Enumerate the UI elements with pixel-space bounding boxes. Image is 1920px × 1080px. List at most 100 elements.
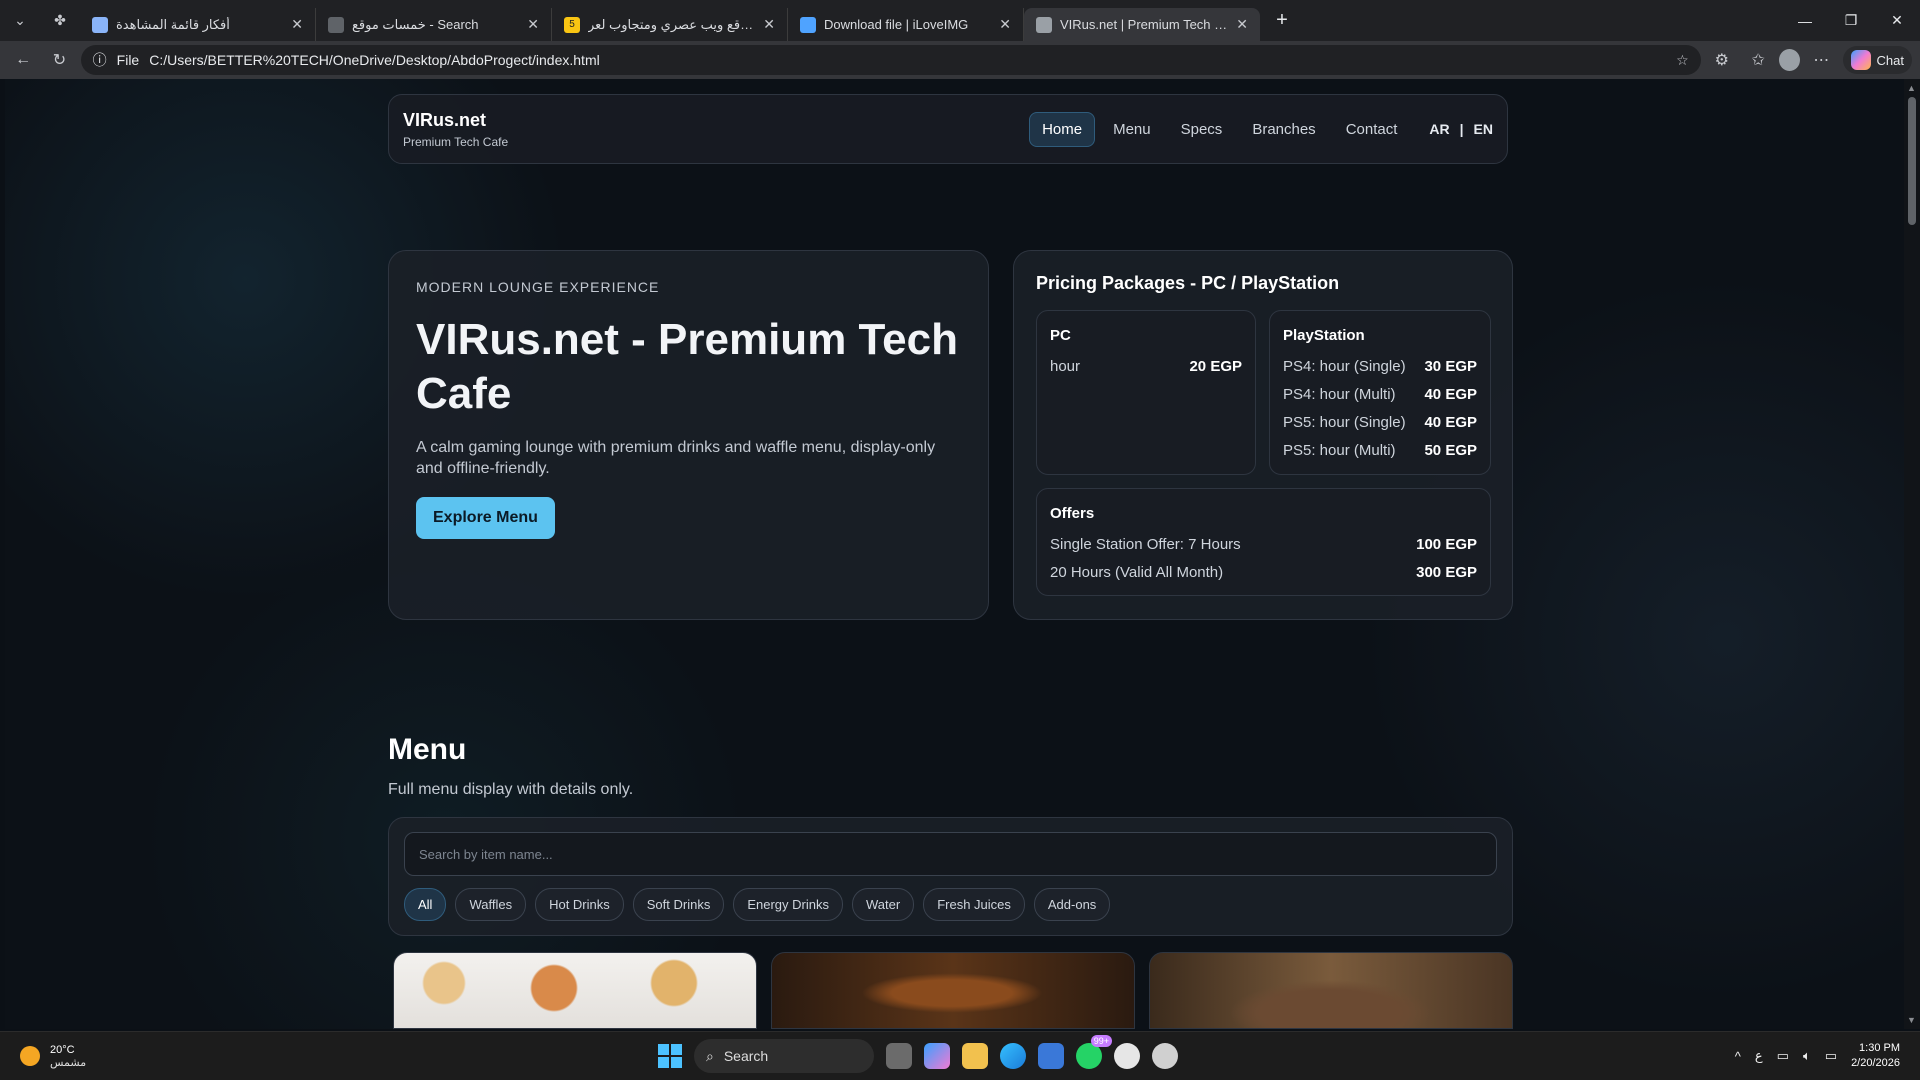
lang-en-link[interactable]: EN (1474, 121, 1493, 137)
clock[interactable]: 1:30 PM 2/20/2026 (1851, 1041, 1900, 1071)
offer-price-row: Single Station Offer: 7 Hours 100 EGP (1050, 530, 1477, 558)
url-text[interactable]: C:/Users/BETTER%20TECH/OneDrive/Desktop/… (149, 52, 1666, 68)
menu-item-card-waffles-image[interactable] (393, 952, 757, 1029)
playstation-price-row: PS4: hour (Single) 30 EGP (1283, 352, 1477, 380)
brand[interactable]: VIRus.net Premium Tech Cafe (403, 110, 508, 149)
notification-badge: 99+ (1090, 1035, 1112, 1047)
tab-close-icon[interactable]: ✕ (527, 16, 539, 33)
tray-overflow-chevron-icon[interactable]: ^ (1735, 1049, 1741, 1064)
favorites-icon[interactable]: ✩ (1743, 44, 1773, 76)
playstation-pricing-box: PlayStation PS4: hour (Single) 30 EGP PS4… (1269, 310, 1491, 475)
address-bar[interactable]: ⓘ File C:/Users/BETTER%20TECH/OneDrive/D… (80, 45, 1701, 75)
price-value: 100 EGP (1416, 535, 1477, 553)
taskbar-search[interactable]: ⌕ Search (694, 1039, 874, 1073)
minimize-icon[interactable]: — (1782, 0, 1828, 41)
whatsapp-icon[interactable]: 99+ (1076, 1035, 1112, 1069)
sun-icon (20, 1046, 40, 1066)
browser-tab[interactable]: 5 إنشاء موقع ويب عصري ومتجاوب لعر ✕ (552, 8, 788, 41)
workspaces-icon[interactable]: ✤ (40, 0, 80, 41)
tab-close-icon[interactable]: ✕ (763, 16, 775, 33)
file-explorer-icon[interactable] (962, 1043, 988, 1069)
scroll-down-icon[interactable]: ▼ (1907, 1015, 1916, 1025)
price-label: PS5: hour (Multi) (1283, 441, 1396, 459)
nav-branches[interactable]: Branches (1240, 113, 1327, 146)
network-icon[interactable]: ▭ (1777, 1048, 1789, 1064)
tab-list-chevron-icon[interactable]: ⌄ (0, 0, 40, 41)
filter-chip-add-ons[interactable]: Add-ons (1033, 888, 1111, 921)
playstation-price-row: PS5: hour (Single) 40 EGP (1283, 408, 1477, 436)
tab-close-icon[interactable]: ✕ (291, 16, 303, 33)
offers-title: Offers (1050, 505, 1095, 522)
price-value: 20 EGP (1189, 357, 1242, 375)
tab-favicon-icon (92, 16, 108, 33)
filter-chip-energy-drinks[interactable]: Energy Drinks (733, 888, 843, 921)
back-arrow-icon[interactable]: ← (8, 44, 38, 76)
filter-chip-fresh-juices[interactable]: Fresh Juices (923, 888, 1025, 921)
menu-search-input[interactable] (404, 832, 1497, 876)
favorite-star-icon[interactable]: ☆ (1676, 52, 1689, 69)
menu-section-title: Menu (388, 733, 467, 766)
nav-specs[interactable]: Specs (1169, 113, 1235, 146)
volume-icon[interactable]: 🔈︎ (1803, 1048, 1811, 1064)
browser-tab[interactable]: خمسات موقع - Search ✕ (316, 8, 552, 41)
browser-tab[interactable]: أفكار قائمة المشاهدة ✕ (80, 8, 316, 41)
page-scrollbar[interactable]: ▲ ▼ (1904, 79, 1920, 1029)
extensions-icon[interactable]: ⚙ (1707, 44, 1737, 76)
copilot-icon (1850, 50, 1871, 70)
profile-avatar[interactable] (1779, 49, 1801, 71)
weather-widget[interactable]: 20°C مشمس (20, 1044, 86, 1069)
filter-chip-water[interactable]: Water (851, 888, 915, 921)
main-nav: Home Menu Specs Branches Contact (1029, 111, 1410, 147)
browser-tab-strip: ⌄ ✤ أفكار قائمة المشاهدة ✕ خمسات موقع - … (0, 0, 1920, 41)
weather-desc: مشمس (50, 1056, 87, 1069)
weather-temp: 20°C (50, 1043, 75, 1056)
restore-icon[interactable]: ❐ (1828, 0, 1874, 41)
brand-title: VIRus.net (403, 109, 487, 130)
tab-close-icon[interactable]: ✕ (1236, 16, 1248, 33)
tab-title: VIRus.net | Premium Tech Cafe (1060, 17, 1229, 32)
filter-chip-waffles[interactable]: Waffles (455, 888, 527, 921)
input-language-indicator[interactable]: ع (1755, 1048, 1763, 1064)
lang-ar-link[interactable]: AR (1429, 121, 1449, 137)
more-menu-icon[interactable]: ⋯ (1806, 44, 1836, 76)
taskbar-search-label: Search (723, 1048, 769, 1064)
close-window-icon[interactable]: ✕ (1874, 0, 1920, 41)
filter-chip-soft-drinks[interactable]: Soft Drinks (632, 888, 725, 921)
menu-item-card-coffee-image[interactable] (1149, 952, 1513, 1029)
lang-separator: | (1459, 121, 1464, 137)
filter-chip-all[interactable]: All (404, 888, 447, 921)
scroll-up-icon[interactable]: ▲ (1907, 83, 1916, 93)
copilot-chat-button[interactable]: Chat (1842, 46, 1912, 74)
reload-icon[interactable]: ↻ (44, 44, 74, 76)
price-value: 40 EGP (1424, 385, 1477, 403)
info-icon[interactable]: ⓘ (93, 50, 107, 70)
battery-icon[interactable]: ▭ (1825, 1048, 1837, 1064)
tab-close-icon[interactable]: ✕ (999, 16, 1011, 33)
nav-contact[interactable]: Contact (1334, 113, 1410, 146)
filter-chip-hot-drinks[interactable]: Hot Drinks (535, 888, 624, 921)
nav-home[interactable]: Home (1029, 111, 1096, 147)
chat-label: Chat (1876, 52, 1904, 68)
edge-browser-icon[interactable] (1000, 1043, 1026, 1069)
task-view-icon[interactable] (886, 1043, 912, 1069)
browser-tab[interactable]: Download file | iLoveIMG ✕ (788, 8, 1024, 41)
app-icon[interactable] (1114, 1043, 1140, 1069)
store-icon[interactable] (1038, 1043, 1064, 1069)
scrollbar-thumb[interactable] (1908, 97, 1916, 225)
browser-tab[interactable]: VIRus.net | Premium Tech Cafe ✕ (1024, 8, 1260, 41)
nav-menu[interactable]: Menu (1101, 113, 1163, 146)
chatgpt-icon[interactable] (1152, 1043, 1178, 1069)
scheme-label: File (116, 52, 140, 68)
offer-price-row: 20 Hours (Valid All Month) 300 EGP (1050, 558, 1477, 586)
menu-item-card-tea-image[interactable] (771, 952, 1135, 1029)
explore-menu-button[interactable]: Explore Menu (416, 497, 555, 539)
playstation-title: PlayStation (1283, 327, 1365, 344)
menu-filter-panel: AllWafflesHot DrinksSoft DrinksEnergy Dr… (388, 817, 1513, 936)
windows-start-icon[interactable] (658, 1044, 682, 1068)
browser-toolbar: ← ↻ ⓘ File C:/Users/BETTER%20TECH/OneDri… (0, 41, 1920, 79)
playstation-price-row: PS4: hour (Multi) 40 EGP (1283, 380, 1477, 408)
hero-card: MODERN LOUNGE EXPERIENCE VIRus.net - Pre… (388, 250, 989, 620)
copilot-app-icon[interactable] (924, 1043, 950, 1069)
menu-section-subtitle: Full menu display with details only. (388, 781, 634, 798)
new-tab-button[interactable]: + (1266, 5, 1298, 37)
